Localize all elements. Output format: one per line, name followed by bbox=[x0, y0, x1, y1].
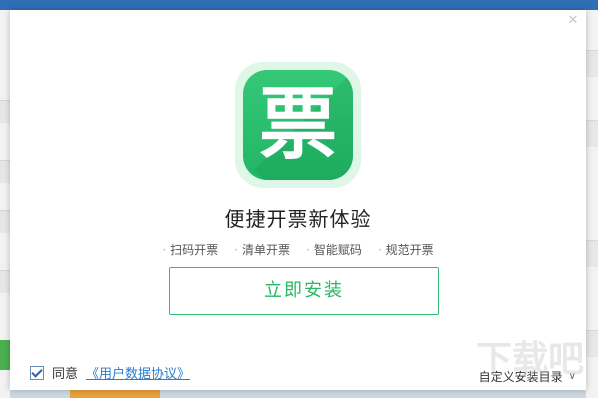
user-data-agreement-link[interactable]: 《用户数据协议》 bbox=[86, 363, 190, 382]
app-logo: 票 bbox=[235, 62, 361, 188]
agreement-row: 同意 《用户数据协议》 bbox=[30, 363, 190, 382]
background-bottom-strip bbox=[10, 390, 586, 398]
feature-item: · 扫码开票 bbox=[162, 242, 219, 258]
agree-label: 同意 bbox=[52, 367, 79, 382]
feature-item: · 规范开票 bbox=[377, 242, 434, 258]
feature-item: · 智能赋码 bbox=[306, 242, 362, 258]
close-icon[interactable]: ✕ bbox=[566, 14, 580, 28]
install-now-button[interactable]: 立即安装 bbox=[169, 267, 439, 315]
agree-checkbox[interactable] bbox=[30, 365, 44, 380]
background-right-panel bbox=[586, 10, 598, 398]
site-watermark: 下载吧 bbox=[475, 339, 584, 380]
headline: 便捷开票新体验 bbox=[224, 207, 372, 231]
background-titlebar bbox=[0, 0, 598, 10]
feature-list: · 扫码开票 · 清单开票 · 智能赋码 · 规范开票 bbox=[10, 241, 586, 258]
ticket-logo-icon: 票 bbox=[243, 70, 353, 180]
feature-item: · 清单开票 bbox=[234, 242, 290, 258]
logo-glyph: 票 bbox=[258, 80, 337, 170]
background-left-panel bbox=[0, 10, 10, 398]
